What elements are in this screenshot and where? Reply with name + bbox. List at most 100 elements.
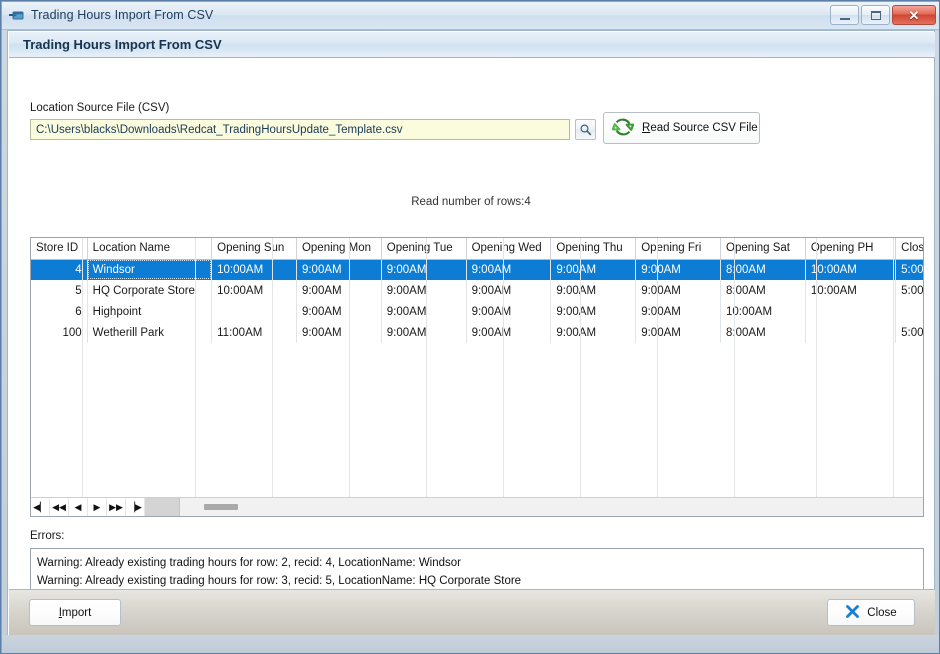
close-dialog-button[interactable]: Close (827, 599, 915, 626)
source-file-input[interactable] (30, 119, 570, 140)
grid-cell[interactable]: Highpoint (87, 301, 213, 322)
window-control-group: ✕ (830, 5, 936, 25)
grid-cell[interactable]: 10:00AM (720, 301, 806, 322)
grid-cell[interactable]: 9:00AM (381, 259, 467, 280)
grid-cell[interactable]: 9:00AM (466, 301, 552, 322)
minimize-icon (839, 15, 850, 20)
read-label-rest: ead Source CSV File (650, 122, 758, 134)
grid-cell[interactable]: 11:00AM (211, 322, 297, 343)
table-row[interactable]: 5 HQ Corporate Store 10:00AM 9:00AM 9:00… (31, 280, 923, 301)
grid-column-header[interactable]: Opening PH (805, 238, 897, 260)
grid-prev-record-button[interactable]: ◀ (69, 497, 88, 516)
grid-cell[interactable]: HQ Corporate Store (87, 280, 213, 301)
grid-viewport: Store ID Location Name Opening Sun Openi… (31, 238, 923, 497)
minimize-button[interactable] (830, 5, 859, 25)
grid-column-header[interactable]: Opening Mon (296, 238, 382, 260)
table-row[interactable]: 6 Highpoint 9:00AM 9:00AM 9:00AM 9:00AM … (31, 301, 923, 322)
grid-column-header[interactable]: Opening Thu (550, 238, 637, 260)
grid-cell[interactable]: 9:00AM (381, 322, 467, 343)
browse-file-button[interactable] (575, 119, 596, 140)
grid-cell[interactable]: 4 (31, 259, 88, 280)
grid-cell[interactable]: 9:00AM (466, 322, 552, 343)
grid-cell[interactable]: 10:00AM (211, 259, 297, 280)
maximize-button[interactable] (861, 5, 890, 25)
grid-cell[interactable]: 10:00AM (805, 259, 897, 280)
grid-cell[interactable]: 9:00AM (635, 259, 722, 280)
grid-cell[interactable]: 9:00AM (381, 280, 467, 301)
grid-cell[interactable]: 9:00AM (296, 259, 382, 280)
import-label-rest: mport (61, 606, 92, 619)
grid-column-header[interactable]: Opening Tue (381, 238, 467, 260)
grid-first-record-button[interactable]: ◀▏ (31, 497, 50, 516)
grid-column-header[interactable]: Location Name (87, 238, 213, 260)
dialog-header-banner: Trading Hours Import From CSV (9, 32, 935, 58)
grid-cell[interactable]: 9:00AM (466, 280, 552, 301)
grid-column-header[interactable]: Closing Sun (895, 238, 923, 260)
dialog-client-area: Trading Hours Import From CSV Location S… (7, 30, 935, 642)
grid-cell[interactable]: Windsor (87, 259, 213, 280)
dialog-footer: Import Close (9, 589, 935, 635)
grid-cell[interactable]: 9:00AM (635, 322, 722, 343)
window-title-bar: Trading Hours Import From CSV ✕ (1, 1, 939, 30)
trading-hours-grid: Store ID Location Name Opening Sun Openi… (30, 237, 924, 517)
grid-cell[interactable] (805, 322, 897, 343)
grid-hscroll-thumb[interactable] (204, 503, 238, 510)
grid-cell[interactable]: 5:00PM (895, 280, 923, 301)
grid-column-header[interactable]: Store ID (31, 238, 88, 260)
application-window: Trading Hours Import From CSV ✕ Trading … (0, 0, 940, 654)
grid-cell[interactable]: 9:00AM (635, 280, 722, 301)
grid-column-header[interactable]: Opening Wed (466, 238, 552, 260)
grid-cell[interactable]: 5 (31, 280, 88, 301)
grid-cell[interactable]: 9:00AM (296, 322, 382, 343)
grid-cell[interactable] (211, 301, 297, 322)
grid-column-header[interactable]: Opening Sun (211, 238, 297, 260)
grid-cell[interactable]: 10:00AM (211, 280, 297, 301)
grid-cell[interactable]: 9:00AM (550, 280, 637, 301)
import-button[interactable]: Import (29, 599, 121, 626)
grid-header-row: Store ID Location Name Opening Sun Openi… (31, 238, 923, 260)
grid-cell[interactable]: 9:00AM (296, 280, 382, 301)
import-label: Import (59, 607, 92, 619)
grid-cell[interactable] (895, 301, 923, 322)
page-title: Trading Hours Import From CSV (23, 37, 222, 52)
maximize-icon (870, 10, 881, 20)
grid-cell[interactable]: 9:00AM (550, 259, 637, 280)
read-source-csv-button[interactable]: Read Source CSV File (603, 112, 760, 144)
grid-cell[interactable]: 100 (31, 322, 88, 343)
grid-cell[interactable]: 9:00AM (381, 301, 467, 322)
table-row[interactable]: 100 Wetherill Park 11:00AM 9:00AM 9:00AM… (31, 322, 923, 343)
grid-table: Store ID Location Name Opening Sun Openi… (31, 238, 923, 343)
grid-next-record-button[interactable]: ▶ (88, 497, 107, 516)
grid-cell[interactable]: 9:00AM (466, 259, 552, 280)
grid-cell[interactable]: 9:00AM (550, 301, 637, 322)
grid-nav-buttons: ◀▏ ◀◀ ◀ ▶ ▶▶ ▕▶ (31, 497, 145, 516)
grid-cell[interactable] (805, 301, 897, 322)
window-bottom-edge (1, 635, 939, 653)
grid-column-header[interactable]: Opening Fri (635, 238, 722, 260)
grid-cell[interactable]: 6 (31, 301, 88, 322)
grid-nav-spacer (145, 497, 180, 516)
grid-cell[interactable]: 8:00AM (720, 322, 806, 343)
errors-label: Errors: (30, 530, 65, 542)
grid-cell[interactable]: 9:00AM (550, 322, 637, 343)
grid-last-record-button[interactable]: ▕▶ (126, 497, 145, 516)
grid-cell[interactable]: 9:00AM (296, 301, 382, 322)
close-button[interactable]: ✕ (892, 5, 936, 25)
grid-cell[interactable]: 9:00AM (635, 301, 722, 322)
grid-cell[interactable]: Wetherill Park (87, 322, 213, 343)
grid-cell[interactable]: 8:00AM (720, 259, 806, 280)
dialog-content: Location Source File (CSV) Re (8, 58, 934, 642)
grid-cell[interactable]: 10:00AM (805, 280, 897, 301)
grid-cell[interactable]: 5:00PM (895, 259, 923, 280)
read-source-csv-label: Read Source CSV File (642, 122, 758, 134)
grid-column-header[interactable]: Opening Sat (720, 238, 806, 260)
grid-next-page-button[interactable]: ▶▶ (107, 497, 126, 516)
refresh-icon (611, 116, 635, 141)
table-row[interactable]: 4 Windsor 10:00AM 9:00AM 9:00AM 9:00AM 9… (31, 259, 923, 280)
grid-prev-page-button[interactable]: ◀◀ (50, 497, 69, 516)
grid-cell[interactable]: 8:00AM (720, 280, 806, 301)
grid-navigator: ◀▏ ◀◀ ◀ ▶ ▶▶ ▕▶ (31, 497, 923, 516)
grid-cell[interactable]: 5:00PM (895, 322, 923, 343)
grid-horizontal-scrollbar[interactable] (180, 497, 923, 516)
list-item: Warning: Already existing trading hours … (37, 575, 522, 587)
